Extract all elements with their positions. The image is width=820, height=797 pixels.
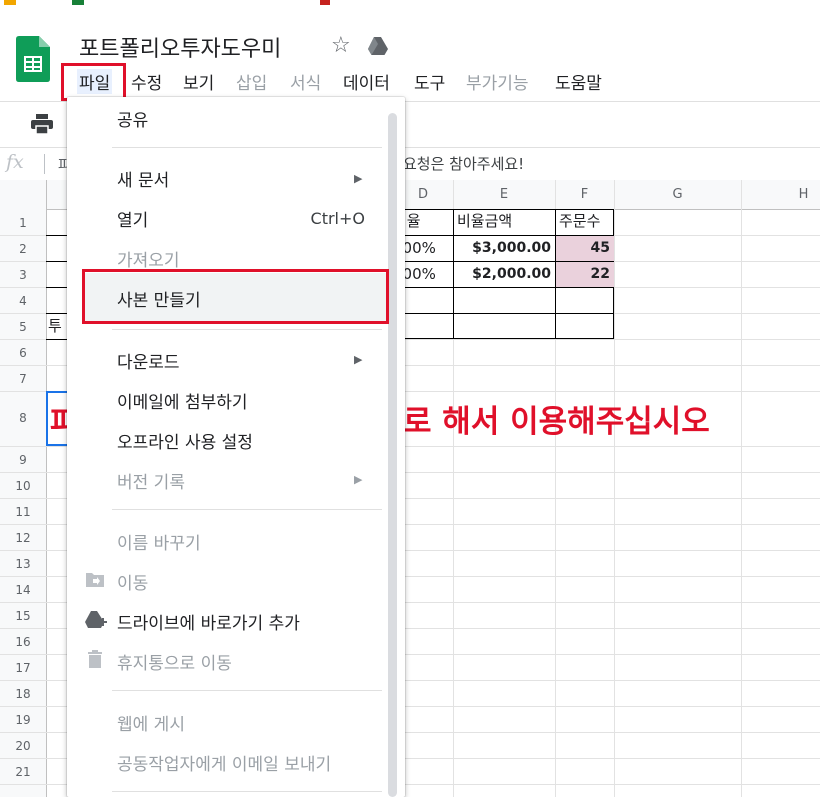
row-header[interactable]: 13 bbox=[0, 557, 46, 571]
row-header[interactable]: 15 bbox=[0, 609, 46, 623]
menu-addons[interactable]: 부가기능 bbox=[466, 69, 529, 94]
row-header[interactable]: 6 bbox=[0, 346, 46, 360]
menu-item-email-attach[interactable]: 이메일에 첨부하기 bbox=[117, 388, 248, 413]
row-header[interactable]: 3 bbox=[0, 268, 46, 282]
table-border-line bbox=[393, 287, 614, 288]
menu-separator bbox=[112, 690, 382, 691]
column-header-e[interactable]: E bbox=[453, 180, 555, 209]
menu-item-open[interactable]: 열기 bbox=[117, 206, 148, 231]
file-menu: 공유 새 문서 ▶ 열기 Ctrl+O 가져오기 사본 만들기 다운로드 ▶ 이… bbox=[67, 97, 405, 797]
print-icon[interactable] bbox=[31, 114, 53, 138]
menu-item-version-history[interactable]: 버전 기록 bbox=[117, 468, 185, 493]
menu-separator bbox=[112, 791, 382, 792]
menu-insert[interactable]: 삽입 bbox=[236, 69, 267, 94]
menu-edit[interactable]: 수정 bbox=[131, 69, 162, 94]
row-header[interactable]: 2 bbox=[0, 242, 46, 256]
row-header[interactable]: 19 bbox=[0, 713, 46, 727]
bookmark-icon[interactable] bbox=[320, 0, 330, 5]
bookmark-icon[interactable] bbox=[4, 0, 16, 5]
cell-f1[interactable]: 주문수 bbox=[555, 209, 614, 234]
cell-e3[interactable]: $2,000.00 bbox=[453, 262, 555, 287]
menu-item-add-shortcut[interactable]: 드라이브에 바로가기 추가 bbox=[117, 609, 300, 634]
menu-file[interactable]: 파일 bbox=[77, 69, 113, 94]
menu-item-make-copy[interactable]: 사본 만들기 bbox=[117, 286, 201, 311]
row-header[interactable]: 17 bbox=[0, 661, 46, 675]
bookmarks-strip bbox=[0, 0, 820, 6]
column-header-f[interactable]: F bbox=[555, 180, 614, 209]
grid-line bbox=[741, 180, 742, 797]
row-header[interactable]: 7 bbox=[0, 372, 46, 386]
move-folder-icon bbox=[86, 572, 104, 591]
fx-icon: fx bbox=[6, 151, 24, 173]
menu-item-download[interactable]: 다운로드 bbox=[117, 348, 180, 373]
submenu-arrow-icon: ▶ bbox=[354, 353, 363, 366]
menu-separator bbox=[112, 329, 382, 330]
cell-e1[interactable]: 비율금액 bbox=[453, 209, 555, 234]
grid-line bbox=[614, 180, 615, 797]
row-header[interactable]: 8 bbox=[0, 411, 46, 425]
menu-data[interactable]: 데이터 bbox=[343, 69, 390, 94]
banner-text-left: 파 bbox=[50, 405, 68, 441]
document-title[interactable]: 포트폴리오투자도우미 bbox=[79, 31, 281, 63]
row-header[interactable]: 1 bbox=[0, 216, 46, 230]
table-border-line bbox=[393, 313, 614, 314]
menu-item-share[interactable]: 공유 bbox=[117, 106, 148, 131]
formula-divider bbox=[44, 154, 45, 174]
row-header[interactable]: 9 bbox=[0, 453, 46, 467]
cell-e2[interactable]: $3,000.00 bbox=[453, 236, 555, 261]
row-header[interactable]: 16 bbox=[0, 635, 46, 649]
bookmark-icon[interactable] bbox=[72, 0, 84, 5]
menu-item-trash[interactable]: 휴지통으로 이동 bbox=[117, 649, 232, 674]
menu-help[interactable]: 도움말 bbox=[555, 69, 602, 94]
row-header[interactable]: 4 bbox=[0, 294, 46, 308]
menu-item-email-collaborators[interactable]: 공동작업자에게 이메일 보내기 bbox=[117, 750, 331, 775]
row-header[interactable]: 14 bbox=[0, 583, 46, 597]
row-header[interactable]: 11 bbox=[0, 505, 46, 519]
row-header[interactable]: 20 bbox=[0, 739, 46, 753]
menu-view[interactable]: 보기 bbox=[183, 69, 214, 94]
row-header[interactable]: 21 bbox=[0, 765, 46, 779]
menu-separator bbox=[112, 147, 382, 148]
menu-item-move[interactable]: 이동 bbox=[117, 569, 148, 594]
open-shortcut: Ctrl+O bbox=[310, 209, 365, 228]
menu-item-publish[interactable]: 웹에 게시 bbox=[117, 710, 185, 735]
column-header-g[interactable]: G bbox=[614, 180, 741, 209]
drive-add-shortcut-icon bbox=[85, 610, 107, 633]
menu-item-new[interactable]: 새 문서 bbox=[117, 166, 169, 191]
menu-item-import[interactable]: 가져오기 bbox=[117, 246, 180, 271]
menu-format[interactable]: 서식 bbox=[290, 69, 321, 94]
drive-status-icon[interactable] bbox=[367, 36, 389, 60]
submenu-arrow-icon: ▶ bbox=[354, 473, 363, 486]
star-icon[interactable]: ☆ bbox=[331, 33, 351, 58]
menu-item-rename[interactable]: 이름 바꾸기 bbox=[117, 529, 201, 554]
menu-scrollbar[interactable] bbox=[388, 113, 397, 797]
banner-text: 로 해서 이용해주십시오 bbox=[403, 404, 710, 440]
cell-f3[interactable]: 22 bbox=[556, 262, 614, 287]
row-header[interactable]: 5 bbox=[0, 320, 46, 334]
trash-icon bbox=[88, 650, 102, 672]
column-header-h[interactable]: H bbox=[741, 180, 820, 209]
cell-f2[interactable]: 45 bbox=[556, 236, 614, 261]
row-header[interactable]: 12 bbox=[0, 531, 46, 545]
row-header[interactable]: 18 bbox=[0, 687, 46, 701]
menu-item-offline[interactable]: 오프라인 사용 설정 bbox=[117, 428, 253, 453]
row-header[interactable]: 10 bbox=[0, 479, 46, 493]
sheets-logo-icon[interactable] bbox=[16, 36, 50, 82]
submenu-arrow-icon: ▶ bbox=[354, 172, 363, 185]
formula-content[interactable]: 요청은 참아주세요! bbox=[403, 153, 524, 174]
menu-tools[interactable]: 도구 bbox=[414, 69, 445, 94]
menu-separator bbox=[112, 509, 382, 510]
